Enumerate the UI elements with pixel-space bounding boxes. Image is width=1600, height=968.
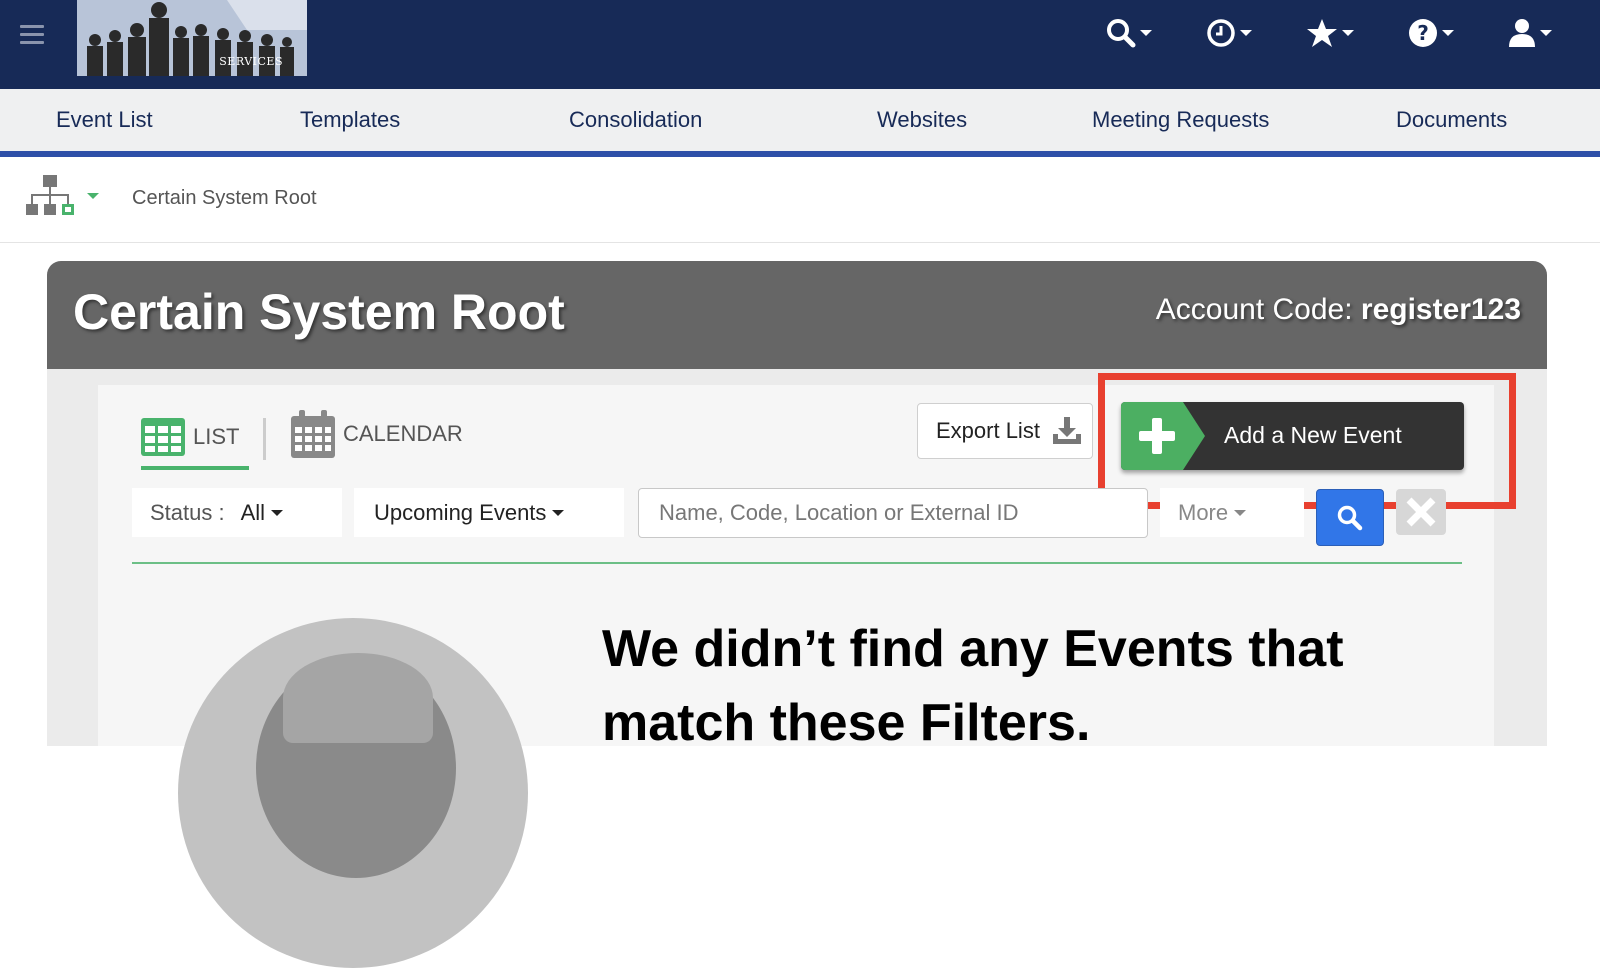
chevron-down-icon	[1140, 30, 1152, 36]
close-icon	[1406, 497, 1436, 527]
search-icon	[1107, 19, 1136, 48]
status-filter-label: Status :	[150, 499, 225, 525]
help-icon: ?	[1409, 19, 1437, 47]
chevron-down-icon	[1240, 30, 1252, 36]
search-icon	[1337, 505, 1363, 530]
add-button-arrow	[1183, 402, 1205, 470]
avatar-hair	[283, 653, 433, 743]
more-filter[interactable]: More	[1160, 488, 1304, 537]
hierarchy-icon[interactable]	[26, 175, 76, 221]
hierarchy-dropdown-icon[interactable]	[87, 193, 99, 199]
empty-state-message: We didn’t find any Events that match the…	[602, 620, 1344, 752]
breadcrumb-text[interactable]: Certain System Root	[132, 187, 317, 210]
tab-list[interactable]: LIST	[141, 414, 249, 470]
top-bar: SERVICES ?	[0, 0, 1600, 89]
hamburger-menu-icon[interactable]	[20, 25, 44, 45]
history-menu[interactable]	[1206, 18, 1252, 48]
add-new-event-label: Add a New Event	[1224, 422, 1402, 448]
grid-icon	[141, 418, 185, 456]
favorites-menu[interactable]	[1306, 18, 1354, 48]
search-button[interactable]	[1316, 489, 1384, 546]
account-code-value: register123	[1360, 293, 1521, 326]
history-icon	[1207, 19, 1235, 47]
status-filter[interactable]: Status : All	[132, 488, 342, 537]
breadcrumb: Certain System Root	[0, 163, 1600, 243]
star-icon	[1307, 19, 1337, 47]
chevron-down-icon	[1234, 509, 1247, 516]
clear-filters-button[interactable]	[1396, 489, 1446, 535]
chevron-down-icon	[1342, 30, 1354, 36]
calendar-icon	[291, 410, 335, 458]
plus-icon	[1139, 418, 1175, 454]
empty-state-illustration	[178, 618, 528, 968]
chevron-down-icon	[552, 509, 565, 516]
chevron-down-icon	[1442, 30, 1454, 36]
status-filter-value: All	[240, 499, 266, 525]
chevron-down-icon	[271, 509, 284, 516]
tab-calendar-label: CALENDAR	[343, 421, 463, 446]
search-input[interactable]	[638, 488, 1148, 538]
filter-divider	[132, 562, 1462, 564]
user-icon	[1509, 19, 1535, 47]
chevron-down-icon	[1540, 30, 1552, 36]
panel-header: Certain System Root Account Code: regist…	[47, 261, 1547, 369]
account-code-label: Account Code:	[1155, 293, 1353, 326]
search-menu[interactable]	[1106, 18, 1152, 48]
nav-event-list[interactable]: Event List	[56, 107, 153, 133]
tab-divider	[263, 418, 266, 460]
page-title: Certain System Root	[73, 284, 565, 340]
nav-meeting-requests[interactable]: Meeting Requests	[1092, 107, 1269, 133]
period-filter-value: Upcoming Events	[374, 499, 547, 525]
nav-consolidation[interactable]: Consolidation	[569, 107, 702, 133]
nav-documents[interactable]: Documents	[1396, 107, 1507, 133]
export-list-button[interactable]: Export List	[917, 403, 1093, 459]
svg-text:?: ?	[1417, 21, 1429, 45]
top-icon-group: ?	[1106, 18, 1552, 48]
main-nav: Event List Templates Consolidation Websi…	[0, 89, 1600, 157]
logo-text: SERVICES	[219, 55, 283, 68]
help-menu[interactable]: ?	[1408, 18, 1454, 48]
download-icon	[1052, 417, 1081, 444]
export-list-label: Export List	[936, 418, 1040, 443]
tab-calendar[interactable]: CALENDAR	[291, 410, 463, 458]
nav-websites[interactable]: Websites	[877, 107, 967, 133]
nav-templates[interactable]: Templates	[300, 107, 400, 133]
user-menu[interactable]	[1508, 18, 1552, 48]
more-filter-label: More	[1178, 499, 1229, 525]
add-new-event-button[interactable]: Add a New Event	[1121, 402, 1464, 470]
company-logo[interactable]: SERVICES	[77, 0, 307, 76]
tab-list-label: LIST	[193, 424, 240, 449]
period-filter[interactable]: Upcoming Events	[354, 488, 624, 537]
account-code: Account Code: register123	[1156, 293, 1521, 327]
